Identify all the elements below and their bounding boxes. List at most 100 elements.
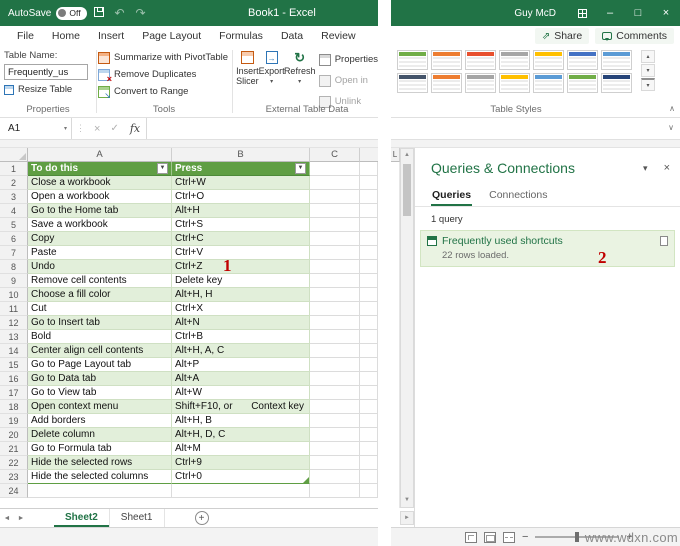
- enter-icon[interactable]: ✓: [105, 123, 123, 134]
- query-list-item[interactable]: Frequently used shortcuts 22 rows loaded…: [420, 230, 675, 267]
- row-header-6[interactable]: 6: [0, 232, 28, 246]
- cell-c13[interactable]: [310, 330, 360, 344]
- cell-a10[interactable]: Choose a fill color: [28, 288, 172, 302]
- cell-c2[interactable]: [310, 176, 360, 190]
- normal-view-icon[interactable]: [465, 531, 477, 543]
- cell-a11[interactable]: Cut: [28, 302, 172, 316]
- column-header-b[interactable]: B: [172, 148, 310, 162]
- row-header-11[interactable]: 11: [0, 302, 28, 316]
- cell-b20[interactable]: Alt+H, D, C: [172, 428, 310, 442]
- gallery-down-icon[interactable]: ▾: [641, 64, 655, 77]
- cell-c19[interactable]: [310, 414, 360, 428]
- close-icon[interactable]: ×: [652, 0, 680, 26]
- cell-b18[interactable]: Shift+F10, or Context key: [172, 400, 310, 414]
- cell-a21[interactable]: Go to Formula tab: [28, 442, 172, 456]
- sheet-nav-next-icon[interactable]: ►: [14, 509, 28, 527]
- cell-a2[interactable]: Close a workbook: [28, 176, 172, 190]
- page-layout-view-icon[interactable]: [484, 531, 496, 543]
- row-header-17[interactable]: 17: [0, 386, 28, 400]
- row-header-15[interactable]: 15: [0, 358, 28, 372]
- cell-b9[interactable]: Delete key: [172, 274, 310, 288]
- remove-duplicates-button[interactable]: Remove Duplicates: [98, 66, 196, 84]
- ribbon-tab-page-layout[interactable]: Page Layout: [133, 26, 210, 46]
- row-header-10[interactable]: 10: [0, 288, 28, 302]
- row-header-5[interactable]: 5: [0, 218, 28, 232]
- maximize-icon[interactable]: □: [624, 0, 652, 26]
- cell-c10[interactable]: [310, 288, 360, 302]
- row-header-4[interactable]: 4: [0, 204, 28, 218]
- cell-a23[interactable]: Hide the selected columns: [28, 470, 172, 484]
- cancel-icon[interactable]: ×: [89, 123, 105, 135]
- cell-a5[interactable]: Save a workbook: [28, 218, 172, 232]
- comments-button[interactable]: Comments: [595, 28, 674, 44]
- cell-a16[interactable]: Go to Data tab: [28, 372, 172, 386]
- cell-c21[interactable]: [310, 442, 360, 456]
- zoom-knob[interactable]: [575, 532, 580, 542]
- cell-c8[interactable]: [310, 260, 360, 274]
- cell-c17[interactable]: [310, 386, 360, 400]
- share-button[interactable]: ⇗ Share: [534, 28, 590, 44]
- cell-b19[interactable]: Alt+H, B: [172, 414, 310, 428]
- cell-c12[interactable]: [310, 316, 360, 330]
- cell-b8[interactable]: Ctrl+Z: [172, 260, 310, 274]
- header-cell-a1[interactable]: To do this ▼: [28, 162, 172, 176]
- table-style-1-5[interactable]: [533, 50, 564, 70]
- cell-a22[interactable]: Hide the selected rows: [28, 456, 172, 470]
- cell-b17[interactable]: Alt+W: [172, 386, 310, 400]
- ribbon-tab-formulas[interactable]: Formulas: [210, 26, 272, 46]
- open-in-browser-button[interactable]: Open in: [318, 72, 378, 89]
- cell-b23[interactable]: Ctrl+0: [172, 470, 310, 484]
- cell-a6[interactable]: Copy: [28, 232, 172, 246]
- scrollbar-thumb[interactable]: [403, 164, 411, 216]
- column-header-l[interactable]: L: [391, 148, 400, 162]
- ribbon-display-options-icon[interactable]: [568, 0, 596, 26]
- cell-c23[interactable]: [310, 470, 360, 484]
- cell-b12[interactable]: Alt+N: [172, 316, 310, 330]
- redo-icon[interactable]: ↷: [132, 6, 150, 20]
- header-cell-b1[interactable]: Press ▼: [172, 162, 310, 176]
- cell-b10[interactable]: Alt+H, H: [172, 288, 310, 302]
- cell-a15[interactable]: Go to Page Layout tab: [28, 358, 172, 372]
- cell-b3[interactable]: Ctrl+O: [172, 190, 310, 204]
- ribbon-tab-insert[interactable]: Insert: [89, 26, 133, 46]
- undo-icon[interactable]: ↶: [111, 6, 129, 20]
- table-style-2-4[interactable]: [499, 73, 530, 93]
- table-style-1-2[interactable]: [431, 50, 462, 70]
- cell-b21[interactable]: Alt+M: [172, 442, 310, 456]
- row-header-18[interactable]: 18: [0, 400, 28, 414]
- autosave-toggle[interactable]: AutoSave Off: [8, 6, 87, 20]
- cell-c20[interactable]: [310, 428, 360, 442]
- select-all-corner[interactable]: [0, 148, 28, 162]
- ribbon-tab-file[interactable]: File: [8, 26, 43, 46]
- row-header-22[interactable]: 22: [0, 456, 28, 470]
- formula-input[interactable]: [146, 118, 378, 139]
- cell-a13[interactable]: Bold: [28, 330, 172, 344]
- cell-b13[interactable]: Ctrl+B: [172, 330, 310, 344]
- cell-a20[interactable]: Delete column: [28, 428, 172, 442]
- cell-c7[interactable]: [310, 246, 360, 260]
- scroll-down-icon[interactable]: ▼: [404, 494, 410, 507]
- insert-function-icon[interactable]: fx: [124, 122, 146, 135]
- cell-b7[interactable]: Ctrl+V: [172, 246, 310, 260]
- table-style-1-6[interactable]: [567, 50, 598, 70]
- cell-c5[interactable]: [310, 218, 360, 232]
- sheet-tab-sheet2[interactable]: Sheet2: [54, 509, 110, 527]
- gallery-up-icon[interactable]: ▴: [641, 50, 655, 63]
- cell-a14[interactable]: Center align cell contents: [28, 344, 172, 358]
- column-header-a[interactable]: A: [28, 148, 172, 162]
- formula-bar-handle-icon[interactable]: ⋮: [72, 123, 89, 134]
- cell-b2[interactable]: Ctrl+W: [172, 176, 310, 190]
- name-box[interactable]: A1 ▾: [0, 118, 72, 139]
- refresh-button[interactable]: ↻ Refresh ▾: [284, 48, 316, 87]
- table-style-1-4[interactable]: [499, 50, 530, 70]
- zoom-out-icon[interactable]: −: [522, 531, 528, 543]
- sheet-tab-sheet1[interactable]: Sheet1: [110, 509, 165, 527]
- new-sheet-button[interactable]: +: [194, 511, 209, 525]
- cell-c4[interactable]: [310, 204, 360, 218]
- cell-a3[interactable]: Open a workbook: [28, 190, 172, 204]
- autosave-pill[interactable]: Off: [56, 6, 87, 20]
- cell-b4[interactable]: Alt+H: [172, 204, 310, 218]
- column-header-c[interactable]: C: [310, 148, 360, 162]
- collapse-ribbon-icon[interactable]: ∧: [669, 104, 675, 113]
- row-header-16[interactable]: 16: [0, 372, 28, 386]
